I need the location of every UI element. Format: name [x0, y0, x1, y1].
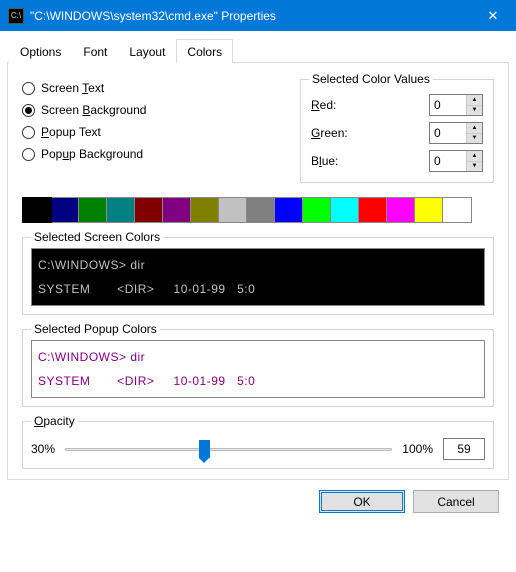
- palette-swatch-12[interactable]: [359, 198, 387, 222]
- tab-bar: Options Font Layout Colors: [7, 38, 509, 63]
- green-input[interactable]: [430, 123, 466, 143]
- palette-swatch-3[interactable]: [107, 198, 135, 222]
- screen-colors-title: Selected Screen Colors: [31, 230, 163, 244]
- color-values-title: Selected Color Values: [309, 72, 433, 86]
- opacity-thumb[interactable]: [199, 440, 210, 458]
- palette-swatch-9[interactable]: [275, 198, 303, 222]
- palette-swatch-5[interactable]: [163, 198, 191, 222]
- palette-swatch-0[interactable]: [23, 198, 51, 222]
- tab-options[interactable]: Options: [9, 39, 72, 63]
- palette-swatch-15[interactable]: [443, 198, 471, 222]
- green-up[interactable]: ▲: [467, 123, 482, 134]
- titlebar: C:\ "C:\WINDOWS\system32\cmd.exe" Proper…: [0, 0, 516, 31]
- red-spinner[interactable]: ▲▼: [429, 94, 483, 116]
- opacity-max: 100%: [402, 442, 433, 456]
- opacity-title: Opacity: [31, 414, 78, 428]
- red-down[interactable]: ▼: [467, 106, 482, 116]
- blue-spinner[interactable]: ▲▼: [429, 150, 483, 172]
- opacity-min: 30%: [31, 442, 55, 456]
- green-spinner[interactable]: ▲▼: [429, 122, 483, 144]
- radio-popup-background[interactable]: Popup Background: [22, 147, 282, 161]
- window-title: "C:\WINDOWS\system32\cmd.exe" Properties: [30, 9, 470, 23]
- radio-popup-text[interactable]: Popup Text: [22, 125, 282, 139]
- blue-up[interactable]: ▲: [467, 151, 482, 162]
- close-button[interactable]: ✕: [470, 0, 516, 31]
- cancel-button[interactable]: Cancel: [413, 490, 499, 513]
- red-input[interactable]: [430, 95, 466, 115]
- blue-input[interactable]: [430, 151, 466, 171]
- palette-swatch-14[interactable]: [415, 198, 443, 222]
- cmd-icon: C:\: [8, 8, 24, 24]
- tab-font[interactable]: Font: [72, 39, 118, 63]
- blue-label: Blue:: [311, 154, 338, 168]
- ok-button[interactable]: OK: [319, 490, 405, 513]
- palette-swatch-10[interactable]: [303, 198, 331, 222]
- radio-screen-background[interactable]: Screen Background: [22, 103, 282, 117]
- popup-colors-title: Selected Popup Colors: [31, 322, 160, 336]
- red-label: Red:: [311, 98, 336, 112]
- color-target-radios: Screen Text Screen Background Popup Text…: [22, 79, 282, 183]
- selected-color-values: Selected Color Values Red: ▲▼ Green: ▲▼ …: [300, 79, 494, 183]
- color-palette: [22, 197, 472, 223]
- palette-swatch-6[interactable]: [191, 198, 219, 222]
- green-label: Green:: [311, 126, 348, 140]
- tab-colors[interactable]: Colors: [176, 39, 233, 63]
- opacity-value[interactable]: [443, 438, 485, 460]
- palette-swatch-11[interactable]: [331, 198, 359, 222]
- dialog-buttons: OK Cancel: [7, 480, 509, 527]
- blue-down[interactable]: ▼: [467, 162, 482, 172]
- palette-swatch-7[interactable]: [219, 198, 247, 222]
- palette-swatch-1[interactable]: [51, 198, 79, 222]
- palette-swatch-8[interactable]: [247, 198, 275, 222]
- radio-screen-text[interactable]: Screen Text: [22, 81, 282, 95]
- palette-swatch-4[interactable]: [135, 198, 163, 222]
- popup-colors-preview: C:\WINDOWS> dir SYSTEM <DIR> 10-01-99 5:…: [31, 340, 485, 398]
- opacity-slider[interactable]: [65, 438, 392, 460]
- colors-panel: Screen Text Screen Background Popup Text…: [7, 63, 509, 480]
- tab-layout[interactable]: Layout: [118, 39, 176, 63]
- selected-popup-colors-group: Selected Popup Colors C:\WINDOWS> dir SY…: [22, 329, 494, 407]
- screen-colors-preview: C:\WINDOWS> dir SYSTEM <DIR> 10-01-99 5:…: [31, 248, 485, 306]
- red-up[interactable]: ▲: [467, 95, 482, 106]
- green-down[interactable]: ▼: [467, 134, 482, 144]
- opacity-group: Opacity 30% 100%: [22, 421, 494, 469]
- palette-swatch-13[interactable]: [387, 198, 415, 222]
- selected-screen-colors-group: Selected Screen Colors C:\WINDOWS> dir S…: [22, 237, 494, 315]
- palette-swatch-2[interactable]: [79, 198, 107, 222]
